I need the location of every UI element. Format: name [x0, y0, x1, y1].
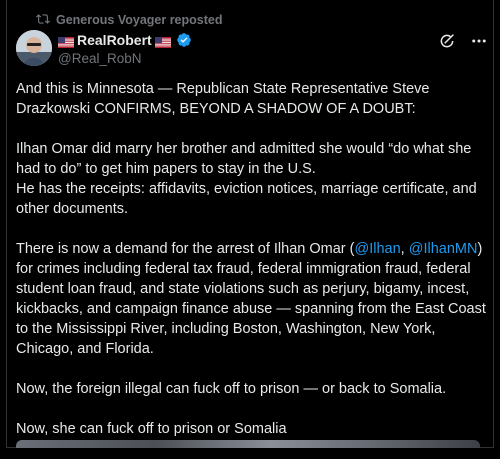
post-paragraph: Now, she can fuck off to prison or Somal…: [16, 421, 287, 437]
post-paragraph: And this is Minnesota — Republican State…: [16, 81, 430, 117]
avatar[interactable]: [16, 30, 52, 66]
post-text-segment: There is now a demand for the arrest of …: [16, 241, 355, 257]
post-paragraph: Now, the foreign illegal can fuck off to…: [16, 381, 447, 397]
post-paragraph: There is now a demand for the arrest of …: [16, 239, 486, 359]
post-line: He has the receipts: affidavits, evictio…: [16, 181, 477, 217]
post-header: RealRobert @Real_RobN: [58, 31, 460, 66]
media-preview[interactable]: [16, 440, 480, 448]
post-text-segment: ) for crimes including federal tax fraud…: [16, 241, 486, 357]
us-flag-icon: [154, 35, 171, 48]
us-flag-icon: [58, 35, 74, 48]
post-text-segment: ,: [400, 241, 409, 257]
post-paragraph: Ilhan Omar did marry her brother and adm…: [16, 139, 486, 219]
author-handle[interactable]: @Real_RobN: [58, 51, 460, 66]
more-icon[interactable]: [470, 32, 488, 50]
post-text: And this is Minnesota — Republican State…: [16, 79, 486, 459]
mention-link[interactable]: @Ilhan: [354, 241, 400, 257]
repost-icon: [36, 12, 50, 29]
repost-banner[interactable]: Generous Voyager reposted: [36, 12, 223, 28]
verified-badge-icon: [176, 32, 192, 48]
post-line: Ilhan Omar did marry her brother and adm…: [16, 141, 472, 177]
author-name[interactable]: RealRobert: [77, 32, 152, 48]
grok-icon[interactable]: [438, 32, 456, 50]
post-actions: [438, 32, 488, 50]
repost-text: Generous Voyager reposted: [56, 13, 223, 27]
mention-link[interactable]: @IlhanMN: [409, 241, 478, 257]
